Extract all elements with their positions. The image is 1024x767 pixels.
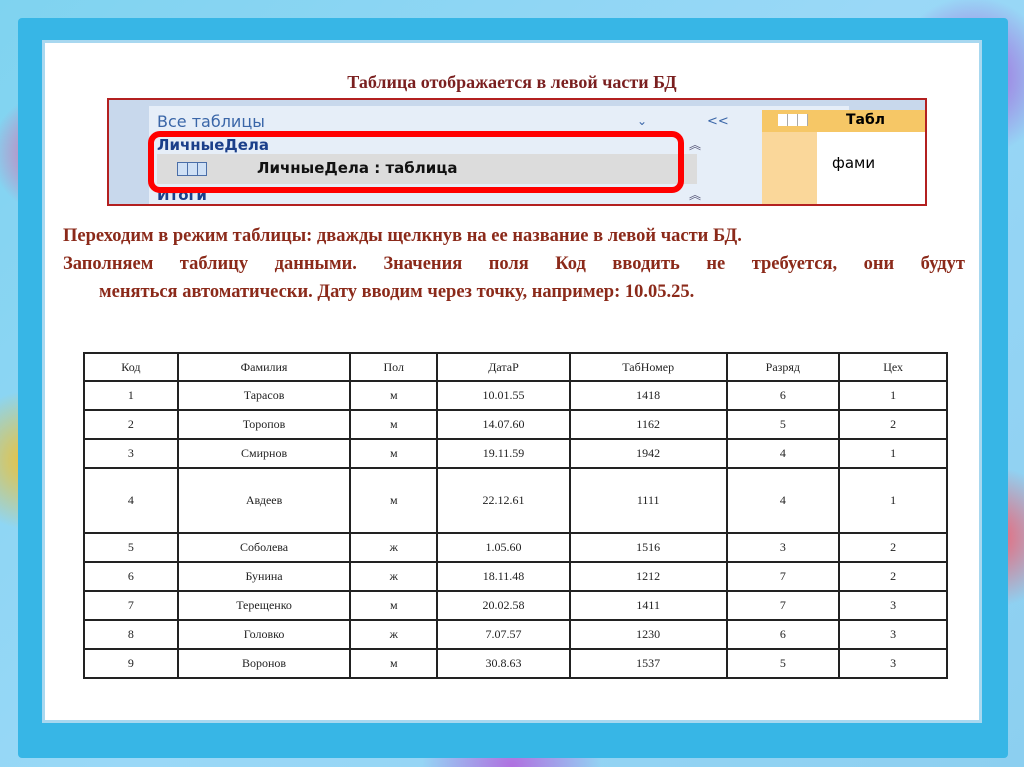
- table-cell: 1111: [568, 467, 728, 534]
- table-cell: 7: [725, 561, 841, 592]
- table-cell: 3: [838, 648, 948, 679]
- table-cell: 19.11.59: [436, 438, 571, 469]
- group-chevron-icon[interactable]: ︽: [689, 186, 701, 203]
- instruction-3: меняться автоматически. Дату вводим чере…: [99, 282, 695, 302]
- table-row: 6 Бунина ж 18.11.48 1212 7 2: [83, 561, 948, 592]
- table-row: 7 Терещенко м 20.02.58 1411 7 3: [83, 590, 948, 621]
- table-cell: м: [349, 467, 439, 534]
- column-header: ДатаР: [436, 352, 571, 382]
- table-row: 8 Головко ж 7.07.57 1230 6 3: [83, 619, 948, 650]
- table-cell: 3: [725, 532, 841, 563]
- table-cell: 4: [83, 467, 179, 534]
- table-cell: 22.12.61: [436, 467, 571, 534]
- data-table: Код Фамилия Пол ДатаР ТабНомер Разряд Цех 1 Тар…: [83, 352, 948, 679]
- group-chevron-icon[interactable]: ︽: [689, 136, 701, 153]
- table-cell: ж: [349, 532, 439, 563]
- table-cell: 1230: [568, 619, 728, 650]
- table-row: 2 Торопов м 14.07.60 1162 5 2: [83, 409, 948, 440]
- table-cell: 4: [725, 438, 841, 469]
- table-cell: 1212: [568, 561, 728, 592]
- table-cell: 7: [725, 590, 841, 621]
- table-cell: 1: [838, 380, 948, 411]
- table-cell: 4: [725, 467, 841, 534]
- table-cell: 3: [838, 619, 948, 650]
- table-cell: 20.02.58: [436, 590, 571, 621]
- table-row: 5 Соболева ж 1.05.60 1516 3 2: [83, 532, 948, 563]
- table-cell: 18.11.48: [436, 561, 571, 592]
- table-cell: ж: [349, 619, 439, 650]
- table-cell: 5: [725, 648, 841, 679]
- column-header: Разряд: [725, 352, 841, 382]
- instruction-2: Заполняем таблицу данными. Значения поля…: [63, 254, 965, 274]
- nav-header[interactable]: Все таблицы: [157, 112, 265, 131]
- column-header: Пол: [349, 352, 439, 382]
- column-header: Код: [83, 352, 179, 382]
- table-cell: Соболева: [176, 532, 352, 563]
- field-header[interactable]: фами: [832, 154, 875, 172]
- table-cell: 2: [83, 409, 179, 440]
- row-selector[interactable]: [762, 132, 817, 204]
- table-cell: 7: [83, 590, 179, 621]
- table-cell: 1.05.60: [436, 532, 571, 563]
- table-cell: 2: [838, 561, 948, 592]
- table-cell: 2: [838, 409, 948, 440]
- datasheet-pane: Табл фами: [762, 110, 925, 204]
- table-cell: Авдеев: [176, 467, 352, 534]
- table-cell: 5: [725, 409, 841, 440]
- highlight-box: [148, 131, 684, 193]
- table-cell: Бунина: [176, 561, 352, 592]
- table-cell: 14.07.60: [436, 409, 571, 440]
- table-cell: 6: [725, 380, 841, 411]
- column-header: Цех: [838, 352, 948, 382]
- table-cell: 8: [83, 619, 179, 650]
- table-cell: 9: [83, 648, 179, 679]
- tab-label: Табл: [846, 112, 886, 128]
- column-header: Фамилия: [176, 352, 352, 382]
- table-cell: Торопов: [176, 409, 352, 440]
- table-row: 9 Воронов м 30.8.63 1537 5 3: [83, 648, 948, 679]
- table-cell: Терещенко: [176, 590, 352, 621]
- table-cell: 1: [838, 438, 948, 469]
- instruction-1: Переходим в режим таблицы: дважды щелкну…: [63, 226, 742, 246]
- table-cell: 6: [83, 561, 179, 592]
- table-cell: 5: [83, 532, 179, 563]
- table-cell: Тарасов: [176, 380, 352, 411]
- table-row: 1 Тарасов м 10.01.55 1418 6 1: [83, 380, 948, 411]
- table-cell: 10.01.55: [436, 380, 571, 411]
- table-cell: 1162: [568, 409, 728, 440]
- table-cell: м: [349, 590, 439, 621]
- table-cell: 3: [838, 590, 948, 621]
- table-cell: 1: [83, 380, 179, 411]
- table-icon: [778, 114, 808, 126]
- table-cell: ж: [349, 561, 439, 592]
- table-cell: 1411: [568, 590, 728, 621]
- table-cell: Смирнов: [176, 438, 352, 469]
- table-cell: 1418: [568, 380, 728, 411]
- table-row: 4 Авдеев м 22.12.61 1111 4 1: [83, 467, 948, 534]
- table-cell: 7.07.57: [436, 619, 571, 650]
- table-cell: 2: [838, 532, 948, 563]
- table-row: 3 Смирнов м 19.11.59 1942 4 1: [83, 438, 948, 469]
- slide-title: Таблица отображается в левой части БД: [347, 72, 677, 92]
- collapse-button[interactable]: <<: [707, 114, 729, 129]
- table-cell: 1942: [568, 438, 728, 469]
- document-tab[interactable]: Табл: [762, 110, 925, 132]
- table-cell: м: [349, 409, 439, 440]
- table-cell: Воронов: [176, 648, 352, 679]
- table-cell: 1516: [568, 532, 728, 563]
- table-cell: 30.8.63: [436, 648, 571, 679]
- table-cell: м: [349, 438, 439, 469]
- table-cell: м: [349, 648, 439, 679]
- table-cell: 6: [725, 619, 841, 650]
- nav-dropdown-icon[interactable]: ⌄: [637, 114, 647, 128]
- table-cell: Головко: [176, 619, 352, 650]
- table-cell: м: [349, 380, 439, 411]
- table-cell: 1: [838, 467, 948, 534]
- column-header: ТабНомер: [568, 352, 728, 382]
- table-cell: 1537: [568, 648, 728, 679]
- table-cell: 3: [83, 438, 179, 469]
